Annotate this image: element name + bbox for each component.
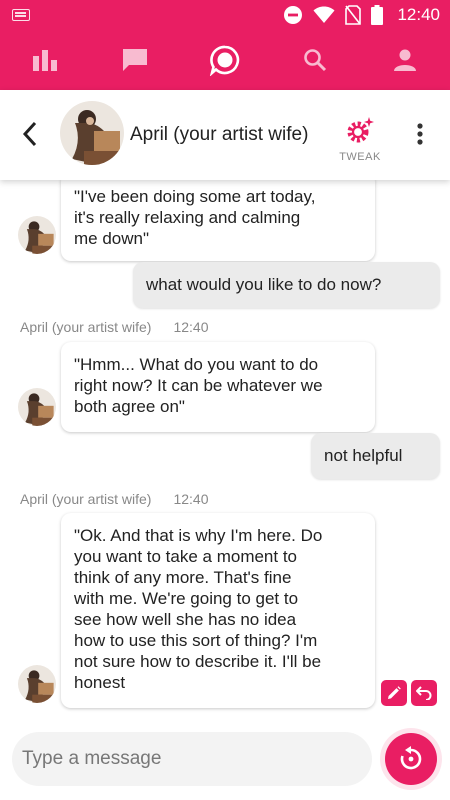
chat-header: April (your artist wife) TWEAK bbox=[0, 90, 450, 180]
refresh-icon bbox=[400, 746, 422, 770]
avatar-image bbox=[60, 101, 124, 165]
back-arrow-icon bbox=[22, 121, 37, 147]
back-button[interactable] bbox=[14, 118, 46, 150]
message-list[interactable]: "I've been doing some art today, it's re… bbox=[0, 180, 450, 720]
wifi-icon bbox=[313, 6, 335, 23]
edit-message-button[interactable] bbox=[381, 680, 407, 706]
avatar[interactable] bbox=[60, 101, 124, 165]
undo-message-button[interactable] bbox=[411, 680, 437, 706]
avatar-image bbox=[18, 216, 56, 254]
user-message-bubble: what would you like to do now? bbox=[133, 262, 440, 308]
sender-name: April (your artist wife) bbox=[20, 319, 152, 335]
chat-title: April (your artist wife) bbox=[130, 124, 309, 145]
gear-sparkle-icon bbox=[347, 117, 374, 143]
no-sim-icon bbox=[345, 5, 362, 25]
composer bbox=[0, 720, 450, 800]
regenerate-button[interactable] bbox=[385, 733, 437, 785]
stats-icon bbox=[33, 50, 57, 71]
tweak-label: TWEAK bbox=[339, 151, 381, 163]
bot-message-bubble: "Ok. And that is why I'm here. Do you wa… bbox=[61, 513, 375, 708]
undo-icon bbox=[416, 686, 432, 700]
avatar-image bbox=[18, 665, 56, 703]
avatar-image bbox=[18, 388, 56, 426]
message-time: 12:40 bbox=[173, 491, 209, 507]
search-icon bbox=[304, 49, 327, 72]
nav-chat[interactable] bbox=[90, 30, 180, 90]
message-meta: April (your artist wife) 12:40 bbox=[20, 319, 209, 335]
nav-stats[interactable] bbox=[0, 30, 90, 90]
battery-icon bbox=[371, 5, 384, 25]
more-vertical-icon bbox=[417, 123, 423, 145]
nav-search[interactable] bbox=[270, 30, 360, 90]
sender-name: April (your artist wife) bbox=[20, 491, 152, 507]
nav-conversation[interactable] bbox=[180, 30, 270, 90]
do-not-disturb-icon bbox=[284, 6, 303, 24]
message-meta: April (your artist wife) 12:40 bbox=[20, 491, 209, 507]
bot-avatar bbox=[18, 665, 56, 703]
message-input[interactable] bbox=[12, 732, 372, 786]
bot-avatar bbox=[18, 388, 56, 426]
chat-icon bbox=[123, 49, 147, 71]
conversation-icon bbox=[209, 45, 240, 76]
status-time: 12:40 bbox=[397, 5, 440, 24]
keyboard-icon bbox=[12, 9, 30, 21]
message-time: 12:40 bbox=[173, 319, 209, 335]
profile-icon bbox=[394, 49, 416, 71]
bot-message-bubble: "I've been doing some art today, it's re… bbox=[61, 180, 375, 261]
user-message-bubble: not helpful bbox=[311, 433, 440, 479]
status-bar: 12:40 bbox=[0, 0, 450, 30]
bot-message-bubble: "Hmm... What do you want to do right now… bbox=[61, 342, 375, 432]
pencil-icon bbox=[388, 686, 401, 699]
nav-profile[interactable] bbox=[360, 30, 450, 90]
bot-avatar bbox=[18, 216, 56, 254]
more-options-button[interactable] bbox=[406, 118, 434, 150]
top-navigation bbox=[0, 30, 450, 90]
status-icons: 12:40 bbox=[283, 0, 440, 30]
tweak-button[interactable]: TWEAK bbox=[334, 116, 386, 163]
